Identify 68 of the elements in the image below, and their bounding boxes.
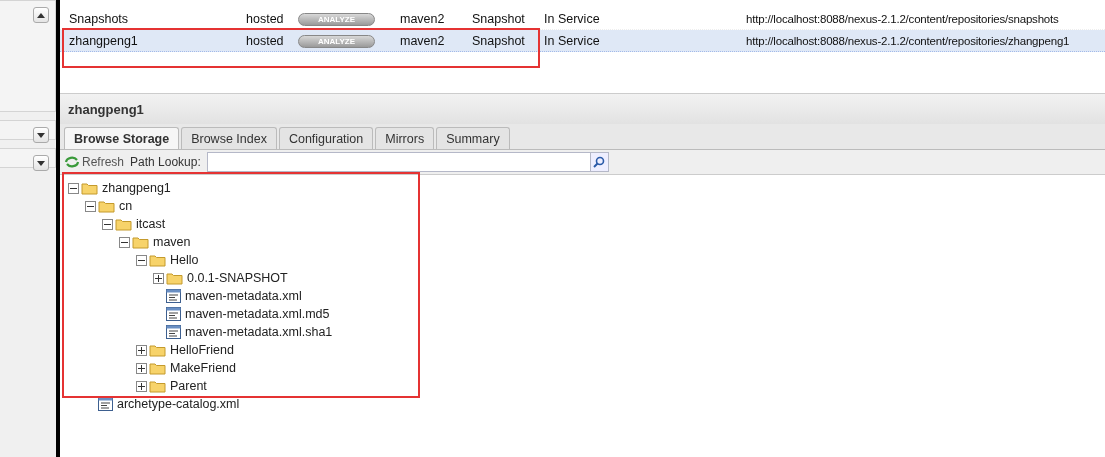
folder-label[interactable]: maven xyxy=(153,235,191,249)
file-label[interactable]: archetype-catalog.xml xyxy=(117,397,240,411)
tab[interactable]: Summary xyxy=(436,127,510,149)
expand-toggle[interactable] xyxy=(136,380,147,392)
folder-icon xyxy=(149,253,166,267)
table-cell-text: In Service xyxy=(544,11,601,26)
folder-label[interactable]: 0.0.1-SNAPSHOT xyxy=(187,271,288,285)
caret-icon xyxy=(37,12,45,18)
folder-icon xyxy=(132,235,149,249)
caret-icon xyxy=(37,132,45,138)
path-lookup-label: Path Lookup: xyxy=(130,155,201,169)
folder-label[interactable]: Hello xyxy=(170,253,199,267)
expand-button[interactable] xyxy=(33,155,49,171)
tab[interactable]: Mirrors xyxy=(375,127,435,149)
plus-icon xyxy=(138,382,145,390)
folder-icon xyxy=(115,217,132,231)
collapse-toggle[interactable] xyxy=(136,254,147,266)
table-cell-text: Snapshots xyxy=(69,11,130,26)
expand-toggle[interactable] xyxy=(136,344,147,356)
refresh-button[interactable]: Refresh xyxy=(64,155,125,169)
collapse-toggle[interactable] xyxy=(85,200,96,212)
expand-button[interactable] xyxy=(33,127,49,143)
table-cell-text: Snapshot xyxy=(472,33,526,48)
collapse-toggle[interactable] xyxy=(119,236,130,248)
table-cell-text: hosted xyxy=(246,11,285,26)
caret-icon xyxy=(37,160,45,166)
collapse-toggle[interactable] xyxy=(102,218,113,230)
plus-icon xyxy=(155,274,162,282)
folder-label[interactable]: zhangpeng1 xyxy=(102,181,171,195)
panel-title: zhangpeng1 xyxy=(60,94,1105,124)
repository-row[interactable]: zhangpeng1 hosted ANALYZE maven2 Snapshot In Service http://localhost:8088/nexus-2.1.2/content/repositories/zhangpeng1 xyxy=(60,30,1105,52)
file-label[interactable]: maven-metadata.xml.md5 xyxy=(185,307,330,321)
file-label[interactable]: maven-metadata.xml.sha1 xyxy=(185,325,333,339)
refresh-icon xyxy=(64,155,80,169)
table-cell-text: hosted xyxy=(246,33,285,48)
folder-icon xyxy=(149,361,166,375)
folder-label[interactable]: cn xyxy=(119,199,133,213)
collapse-button[interactable] xyxy=(33,7,49,23)
table-cell-text: maven2 xyxy=(400,33,446,48)
folder-label[interactable]: itcast xyxy=(136,217,166,231)
tab[interactable]: Browse Index xyxy=(181,127,277,149)
table-cell-text: Snapshot xyxy=(472,11,526,26)
expand-toggle[interactable] xyxy=(153,272,164,284)
folder-icon xyxy=(149,343,166,357)
table-cell-text: http://localhost:8088/nexus-2.1.2/content/repositories/snapshots xyxy=(746,12,1060,25)
collapse-toggle[interactable] xyxy=(68,182,79,194)
folder-icon xyxy=(149,379,166,393)
folder-icon xyxy=(166,271,183,285)
folder-icon xyxy=(81,181,98,195)
folder-label[interactable]: Parent xyxy=(170,379,207,393)
table-cell-text: zhangpeng1 xyxy=(69,33,139,48)
document-icon xyxy=(166,307,181,321)
folder-icon xyxy=(98,199,115,213)
folder-label[interactable]: MakeFriend xyxy=(170,361,236,375)
tab[interactable]: Browse Storage xyxy=(64,127,180,149)
document-icon xyxy=(166,325,181,339)
file-label[interactable]: maven-metadata.xml xyxy=(185,289,302,303)
magnifier-icon xyxy=(593,156,606,168)
table-cell-text: In Service xyxy=(544,33,601,48)
table-cell-text: http://localhost:8088/nexus-2.1.2/content/repositories/zhangpeng1 xyxy=(746,34,1071,47)
tab[interactable]: Configuration xyxy=(278,127,374,149)
expand-toggle[interactable] xyxy=(136,362,147,374)
table-cell-text: maven2 xyxy=(400,11,446,26)
path-lookup-field[interactable] xyxy=(206,152,609,172)
folder-label[interactable]: HelloFriend xyxy=(170,343,234,357)
document-icon xyxy=(166,289,181,303)
plus-icon xyxy=(138,346,145,354)
plus-icon xyxy=(138,364,145,372)
